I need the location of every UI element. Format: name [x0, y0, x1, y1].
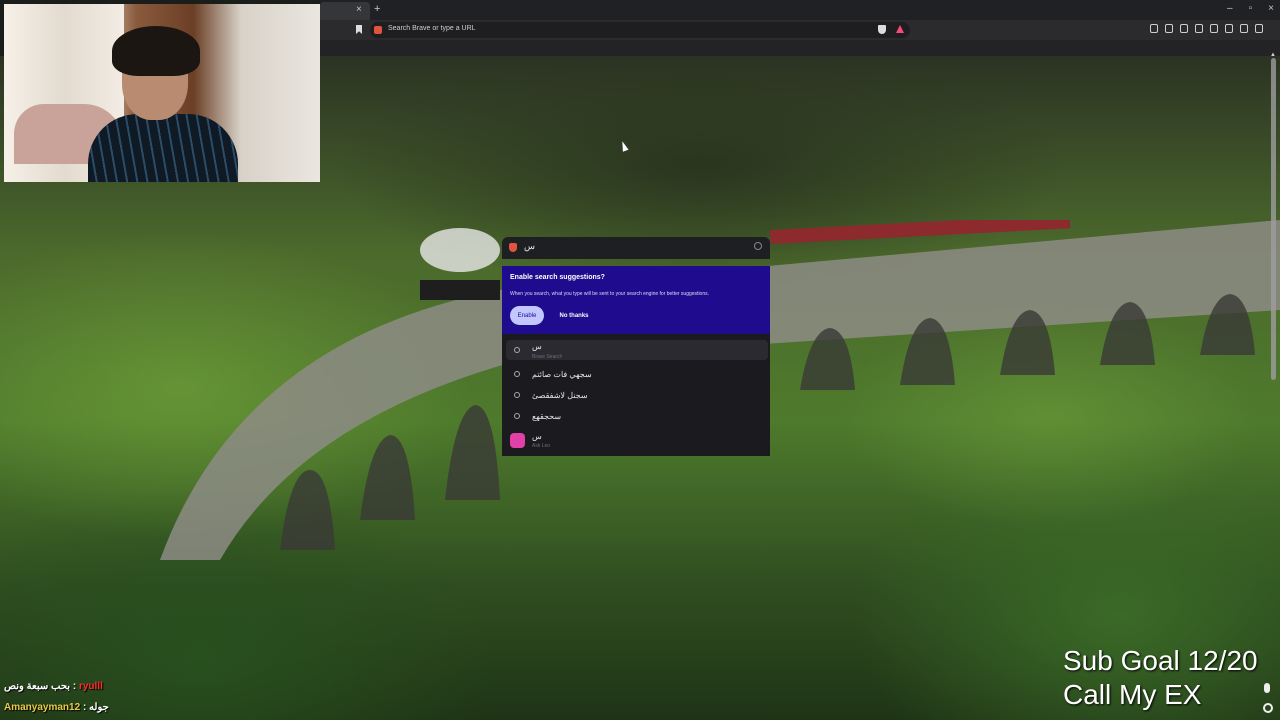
maximize-button[interactable]: ▫ — [1249, 3, 1253, 14]
close-window-button[interactable]: × — [1268, 3, 1274, 14]
chat-message-text: بحب سبعة ونص : — [4, 681, 77, 692]
leo-ai-icon — [510, 433, 525, 448]
menu-icon[interactable] — [1255, 24, 1263, 33]
address-placeholder[interactable]: Search Brave or type a URL — [388, 25, 476, 32]
search-icon — [514, 347, 520, 353]
vpn-icon[interactable] — [1240, 24, 1248, 33]
browser-tab[interactable] — [320, 2, 370, 20]
webcam-feed — [4, 4, 320, 182]
settings-icon[interactable] — [1263, 703, 1273, 713]
microphone-icon — [1264, 683, 1270, 693]
brave-search-icon — [374, 26, 382, 34]
minimize-button[interactable]: – — [1227, 3, 1233, 14]
sub-goal-line1: Sub Goal 12/20 — [1063, 645, 1258, 676]
result-subtext: Ask Leo — [532, 443, 551, 449]
search-icon[interactable] — [754, 242, 762, 250]
suggestions-title: Enable search suggestions? — [510, 274, 605, 281]
webcam-shirt-stripes — [88, 114, 238, 182]
search-icon — [514, 371, 520, 377]
enable-suggestions-button[interactable]: Enable — [510, 306, 544, 325]
result-text: س — [532, 342, 542, 351]
extension-icon[interactable] — [1150, 24, 1158, 33]
suggestions-description: When you search, what you type will be s… — [510, 291, 709, 297]
search-query[interactable]: س — [524, 241, 535, 252]
chat-message: Amanyayman12 : جوله — [4, 697, 304, 718]
chat-overlay: بحب سبعة ونص : ryulll Amanyayman12 : جول… — [4, 676, 304, 718]
page-scrollbar[interactable] — [1271, 58, 1276, 380]
bookmarks-strip — [320, 40, 1280, 56]
result-text: س — [532, 432, 542, 441]
media-icon[interactable] — [1180, 24, 1188, 33]
result-subtext: Brave Search — [532, 354, 563, 360]
result-text: سجهي فات صائتم — [532, 370, 592, 379]
close-tab-icon[interactable]: × — [356, 4, 362, 15]
toolbar-extensions — [1150, 24, 1263, 33]
brave-shields-icon[interactable] — [878, 25, 886, 34]
chat-username: ryulll — [78, 681, 103, 692]
chat-message-text: : جوله — [82, 702, 109, 713]
search-icon — [514, 392, 520, 398]
new-tab-button[interactable]: + — [374, 3, 380, 15]
chat-username: Amanyayman12 — [4, 702, 81, 713]
result-text: سحجقهع — [532, 412, 562, 421]
brave-logo-icon — [509, 243, 517, 252]
sub-goal-line2: Call My EX — [1063, 679, 1202, 710]
tab-strip — [320, 0, 1280, 20]
sidebar-icon[interactable] — [1195, 24, 1203, 33]
search-icon — [514, 413, 520, 419]
sub-goal-overlay: Sub Goal 12/20 Call My EX — [1063, 644, 1258, 712]
screenshot-icon[interactable] — [1165, 24, 1173, 33]
brave-rewards-icon[interactable] — [896, 25, 904, 33]
result-text: سجنل لاشفقصئ — [532, 391, 588, 400]
webcam-person-hair — [112, 26, 200, 76]
newtab-search-input[interactable] — [502, 237, 770, 259]
chat-message: بحب سبعة ونص : ryulll — [4, 676, 304, 697]
no-thanks-button[interactable]: No thanks — [552, 306, 596, 325]
wallet-icon[interactable] — [1210, 24, 1218, 33]
stream-frame: × + – ▫ × Search Brave or type a URL ▲ س… — [0, 0, 1280, 720]
window-controls: – ▫ × — [1227, 3, 1274, 14]
leo-icon[interactable] — [1225, 24, 1233, 33]
